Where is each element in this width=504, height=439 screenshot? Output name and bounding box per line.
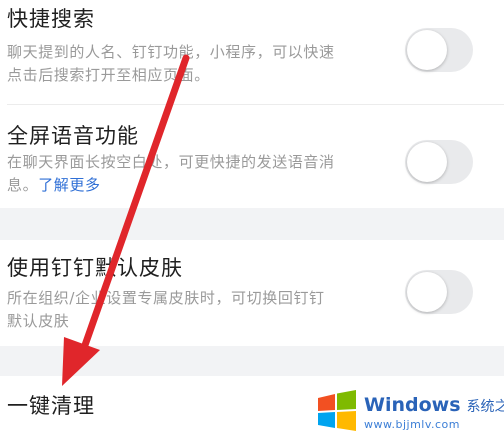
fullscreen-voice-desc-line1: 在聊天界面长按空白处，可更快捷的发送语音消 <box>7 153 335 171</box>
settings-card-skin: 使用钉钉默认皮肤 所在组织/企业设置专属皮肤时，可切换回钉钉 默认皮肤 <box>0 240 504 346</box>
default-skin-desc-line2: 默认皮肤 <box>7 312 70 330</box>
default-skin-description: 所在组织/企业设置专属皮肤时，可切换回钉钉 默认皮肤 <box>7 287 392 333</box>
default-skin-desc-line1: 所在组织/企业设置专属皮肤时，可切换回钉钉 <box>7 289 325 307</box>
fullscreen-voice-desc-prefix: 息。 <box>7 176 39 194</box>
default-skin-toggle[interactable] <box>405 270 473 314</box>
fullscreen-voice-desc-line2: 息。了解更多 <box>7 174 392 197</box>
watermark-brand: Windows 系统之家 <box>364 394 504 416</box>
settings-card-chat: 快捷搜索 聊天提到的人名、钉钉功能，小程序，可以快速 点击后搜索打开至相应页面。… <box>0 0 504 208</box>
fullscreen-voice-title: 全屏语音功能 <box>7 124 139 148</box>
default-skin-title: 使用钉钉默认皮肤 <box>7 256 183 280</box>
quick-search-description: 聊天提到的人名、钉钉功能，小程序，可以快速 点击后搜索打开至相应页面。 <box>7 41 392 87</box>
quick-search-toggle[interactable] <box>405 28 473 72</box>
watermark-brand-en: Windows <box>364 394 461 416</box>
windows-logo-icon <box>318 390 356 431</box>
one-click-clean-title: 一键清理 <box>7 394 95 418</box>
quick-search-desc-line1: 聊天提到的人名、钉钉功能，小程序，可以快速 <box>7 43 335 61</box>
watermark-brand-cn: 系统之家 <box>466 399 504 415</box>
fullscreen-voice-description: 在聊天界面长按空白处，可更快捷的发送语音消 息。了解更多 <box>7 151 392 197</box>
fullscreen-voice-toggle[interactable] <box>405 140 473 184</box>
settings-screen: 快捷搜索 聊天提到的人名、钉钉功能，小程序，可以快速 点击后搜索打开至相应页面。… <box>0 0 504 439</box>
watermark-url: www.bjjmlv.com <box>364 418 460 431</box>
learn-more-link[interactable]: 了解更多 <box>38 176 100 194</box>
quick-search-desc-line2: 点击后搜索打开至相应页面。 <box>7 66 210 84</box>
toggle-knob <box>407 272 447 312</box>
watermark: Windows 系统之家 www.bjjmlv.com <box>312 386 504 436</box>
row-divider <box>7 104 504 105</box>
toggle-knob <box>407 142 447 182</box>
quick-search-title: 快捷搜索 <box>7 7 95 31</box>
toggle-knob <box>407 30 447 70</box>
